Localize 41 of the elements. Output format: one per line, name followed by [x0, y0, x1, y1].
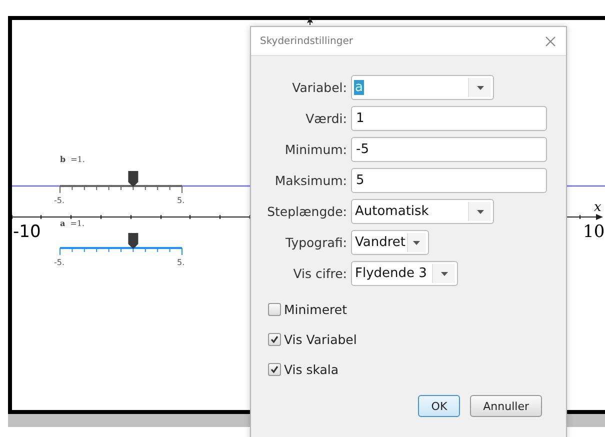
field-label: Steplængde: [267, 204, 347, 219]
caret-icon [476, 210, 484, 214]
caret-icon [413, 240, 420, 244]
tick-label: -5. [54, 258, 65, 267]
field-label: Maksimum: [274, 173, 347, 188]
checkbox-label: Vis skala [284, 362, 339, 377]
checkbox[interactable] [268, 363, 281, 376]
checkbox-label: Minimeret [284, 302, 347, 317]
slider-track[interactable] [60, 185, 182, 194]
axis-title: x [594, 200, 602, 215]
slider-label: a =1. [60, 218, 85, 228]
input-field[interactable]: 5 [351, 168, 547, 193]
caret-icon [440, 272, 448, 276]
dropdown[interactable]: Flydende 3 [351, 261, 458, 286]
tick-label: 5. [177, 258, 185, 267]
input-field[interactable]: 1 [351, 106, 547, 131]
input-field[interactable]: -5 [351, 137, 547, 162]
close-icon[interactable] [545, 36, 556, 46]
checkbox-label: Vis Variabel [284, 332, 357, 347]
field-label: Typografi: [286, 235, 347, 250]
tick-label: -5. [54, 196, 65, 205]
tick-label: 5. [177, 196, 185, 205]
caret-icon [476, 86, 484, 90]
slider-thumb[interactable] [128, 233, 138, 249]
axis-label: 10 [583, 222, 605, 242]
field-label: Minimum: [284, 142, 347, 157]
dropdown[interactable]: Automatisk [351, 199, 494, 224]
field-label: Værdi: [306, 111, 347, 126]
checkbox[interactable] [268, 333, 281, 346]
y-axis-arrow-icon [307, 17, 313, 25]
ok-button[interactable]: OK [418, 395, 460, 417]
slider-thumb[interactable] [128, 171, 138, 187]
checkbox[interactable] [268, 303, 281, 316]
field-label: Vis cifre: [293, 266, 347, 281]
dialog-title: Skyderindstillinger [260, 36, 353, 46]
slider-track[interactable] [60, 247, 182, 256]
slider-label: b =1. [60, 154, 85, 164]
dropdown[interactable]: Vandret [351, 230, 429, 255]
axis-label: -10 [13, 222, 41, 242]
field-label: Variabel: [292, 80, 347, 95]
cancel-button[interactable]: Annuller [470, 395, 542, 417]
